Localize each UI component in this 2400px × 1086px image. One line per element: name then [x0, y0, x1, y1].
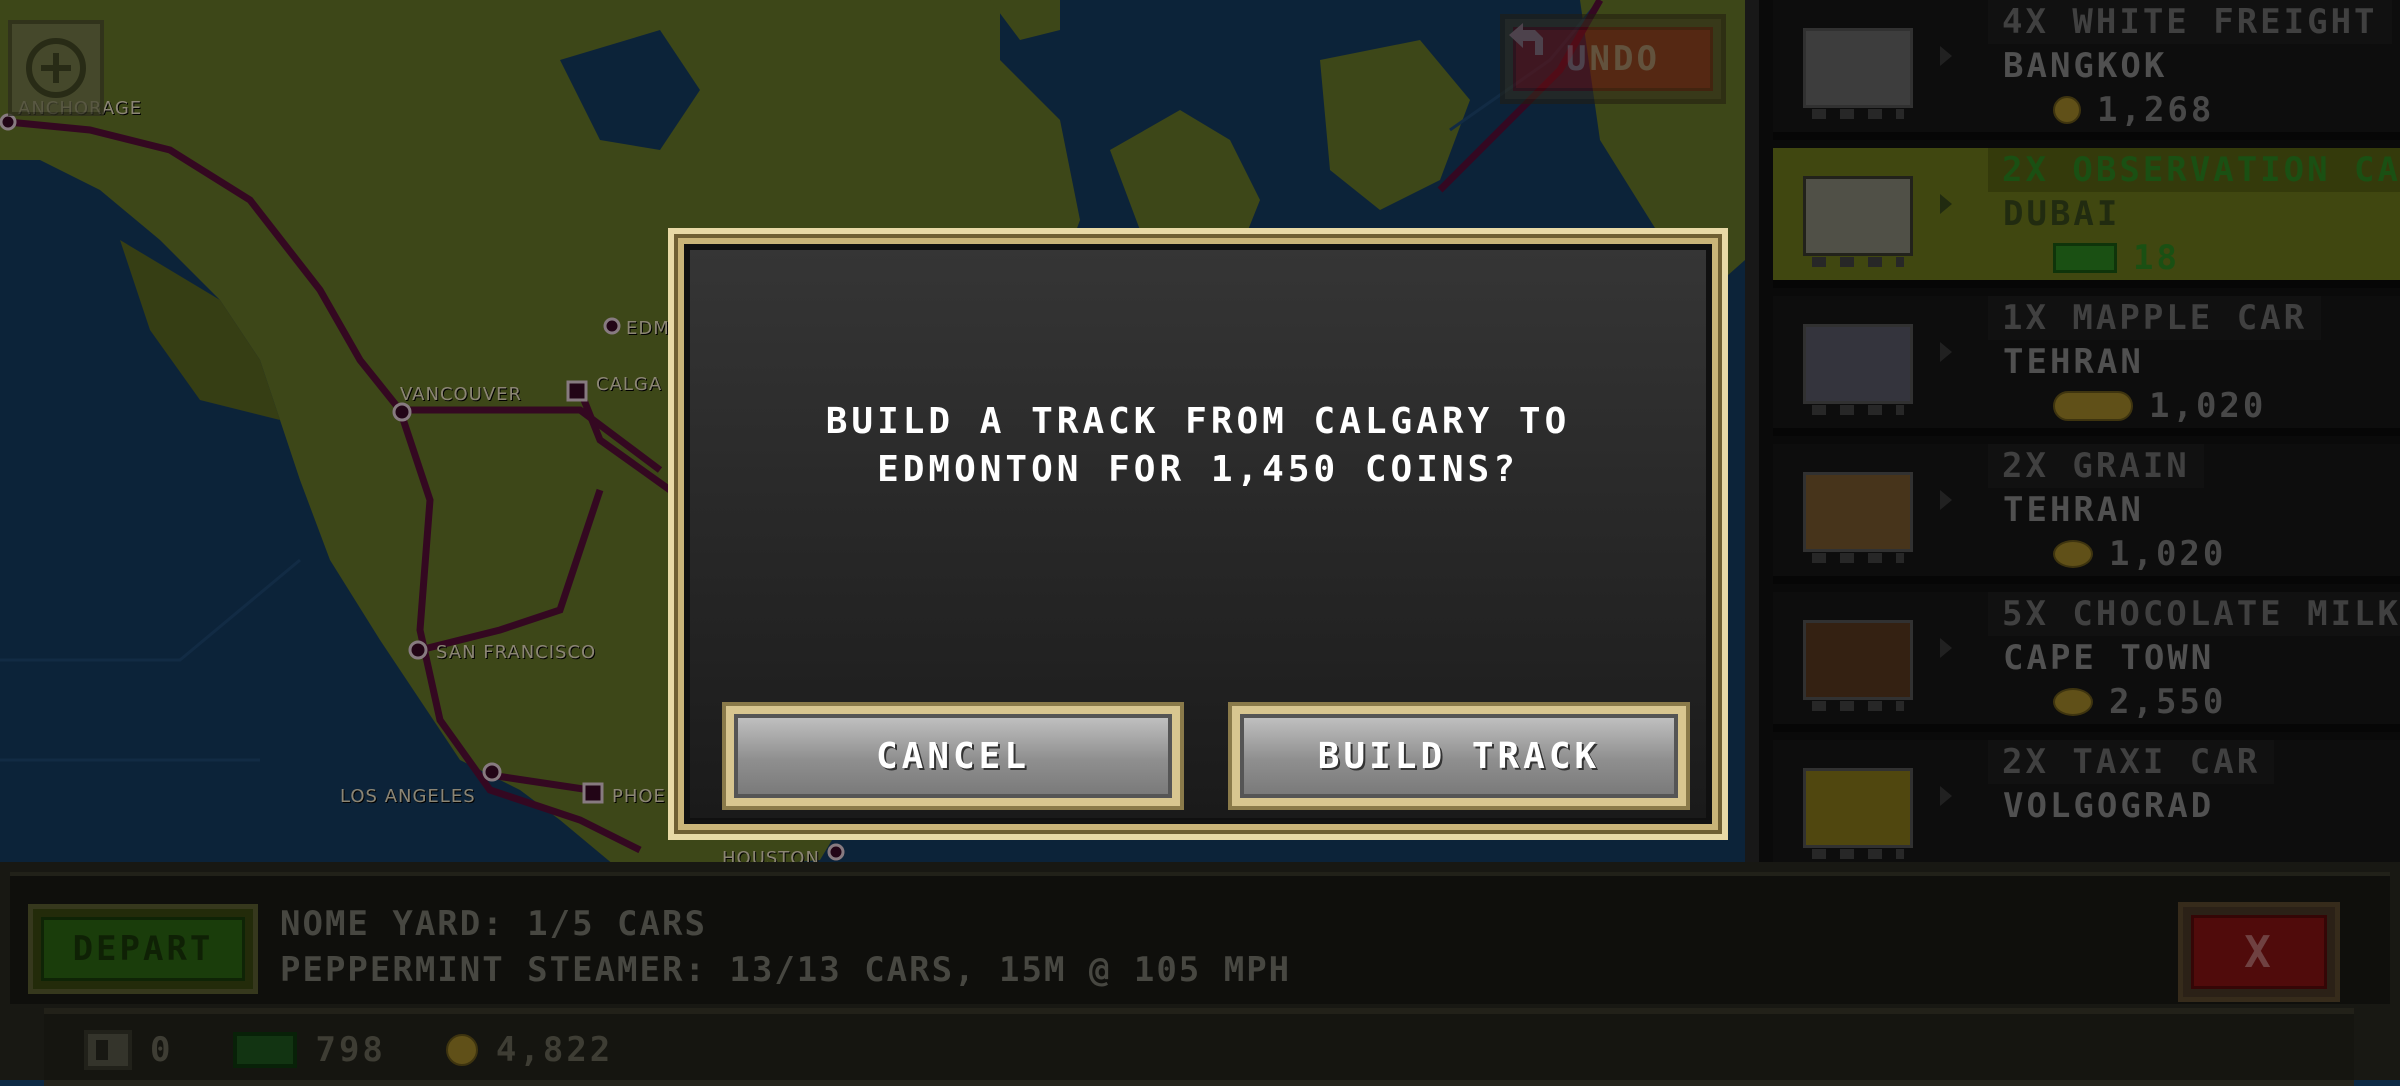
- build-track-dialog: BUILD A TRACK FROM CALGARY TO EDMONTON F…: [668, 228, 1728, 840]
- dialog-message: BUILD A TRACK FROM CALGARY TO EDMONTON F…: [730, 398, 1666, 494]
- cancel-button[interactable]: CANCEL: [722, 702, 1184, 810]
- build-track-button[interactable]: BUILD TRACK: [1228, 702, 1690, 810]
- dialog-message-line2: EDMONTON FOR 1,450 COINS?: [877, 449, 1519, 490]
- dialog-message-line1: BUILD A TRACK FROM CALGARY TO: [825, 401, 1571, 442]
- cancel-label: CANCEL: [734, 714, 1172, 798]
- build-track-label: BUILD TRACK: [1240, 714, 1678, 798]
- dialog-panel: BUILD A TRACK FROM CALGARY TO EDMONTON F…: [684, 244, 1712, 824]
